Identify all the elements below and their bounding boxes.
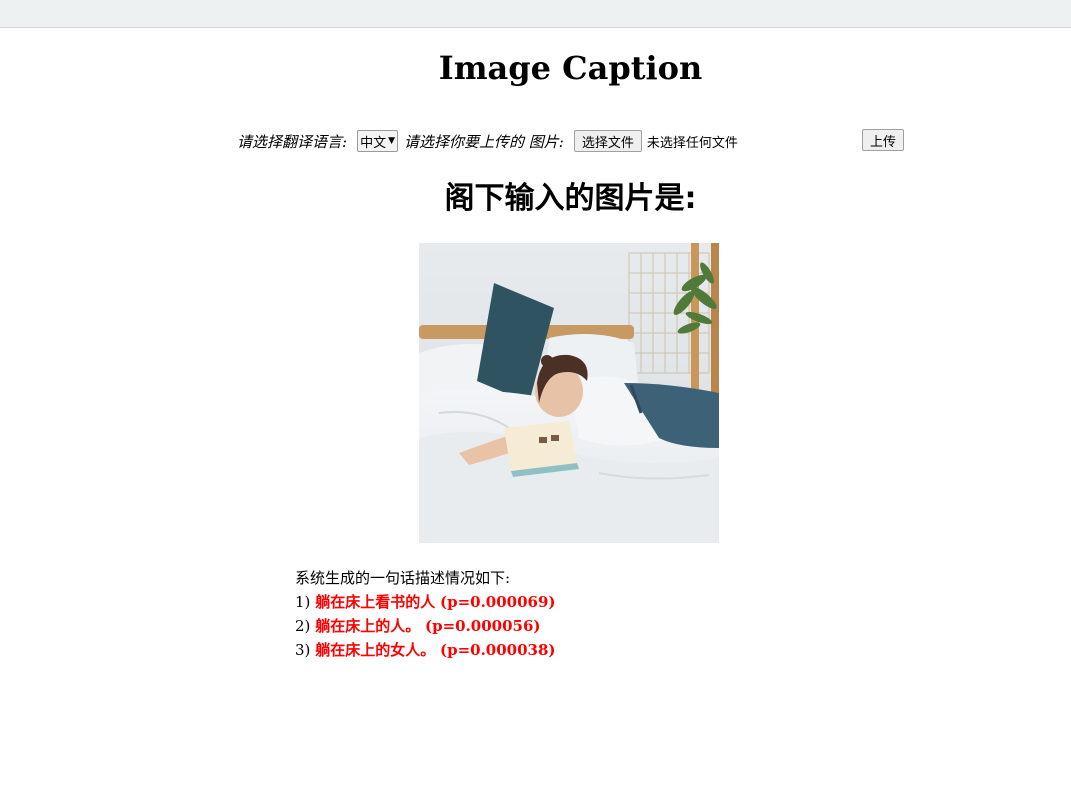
file-label: 请选择你要上传的 图片: [404, 132, 564, 151]
result-index: 3) [295, 641, 311, 659]
upload-button[interactable]: 上传 [862, 129, 905, 151]
result-caption: 躺在床上的女人。 [315, 641, 436, 659]
language-select[interactable]: 中文 ▼ [357, 130, 398, 152]
result-probability: (p=0.000069) [439, 593, 556, 611]
result-index: 2) [295, 617, 311, 635]
result-caption: 躺在床上的人。 [315, 617, 421, 635]
file-status: 未选择任何文件 [646, 135, 738, 151]
upload-form: 请选择翻译语言: 中文 ▼ 请选择你要上传的 图片: 选择文件 未选择任何文件 [237, 128, 738, 154]
result-caption: 躺在床上看书的人 [315, 593, 436, 611]
result-probability: (p=0.000056) [424, 617, 541, 635]
language-label: 请选择翻译语言: [237, 132, 348, 151]
result-item-2: 2) 躺在床上的人。 (p=0.000056) [295, 614, 556, 638]
result-item-3: 3) 躺在床上的女人。 (p=0.000038) [295, 638, 556, 662]
results-intro: 系统生成的一句话描述情况如下: [295, 569, 511, 587]
dropdown-arrow-icon: ▼ [388, 136, 395, 146]
uploaded-image [419, 243, 719, 543]
result-probability: (p=0.000038) [439, 641, 556, 659]
section-heading: 阁下输入的图片是: [444, 181, 697, 216]
caption-results: 系统生成的一句话描述情况如下: 1) 躺在床上看书的人 (p=0.000069)… [295, 566, 556, 662]
choose-file-button[interactable]: 选择文件 [573, 130, 642, 152]
result-item-1: 1) 躺在床上看书的人 (p=0.000069) [295, 590, 556, 614]
page-title: Image Caption [438, 49, 703, 87]
language-select-value: 中文 [360, 135, 387, 151]
result-index: 1) [295, 593, 311, 611]
browser-top-bar [0, 0, 1071, 28]
